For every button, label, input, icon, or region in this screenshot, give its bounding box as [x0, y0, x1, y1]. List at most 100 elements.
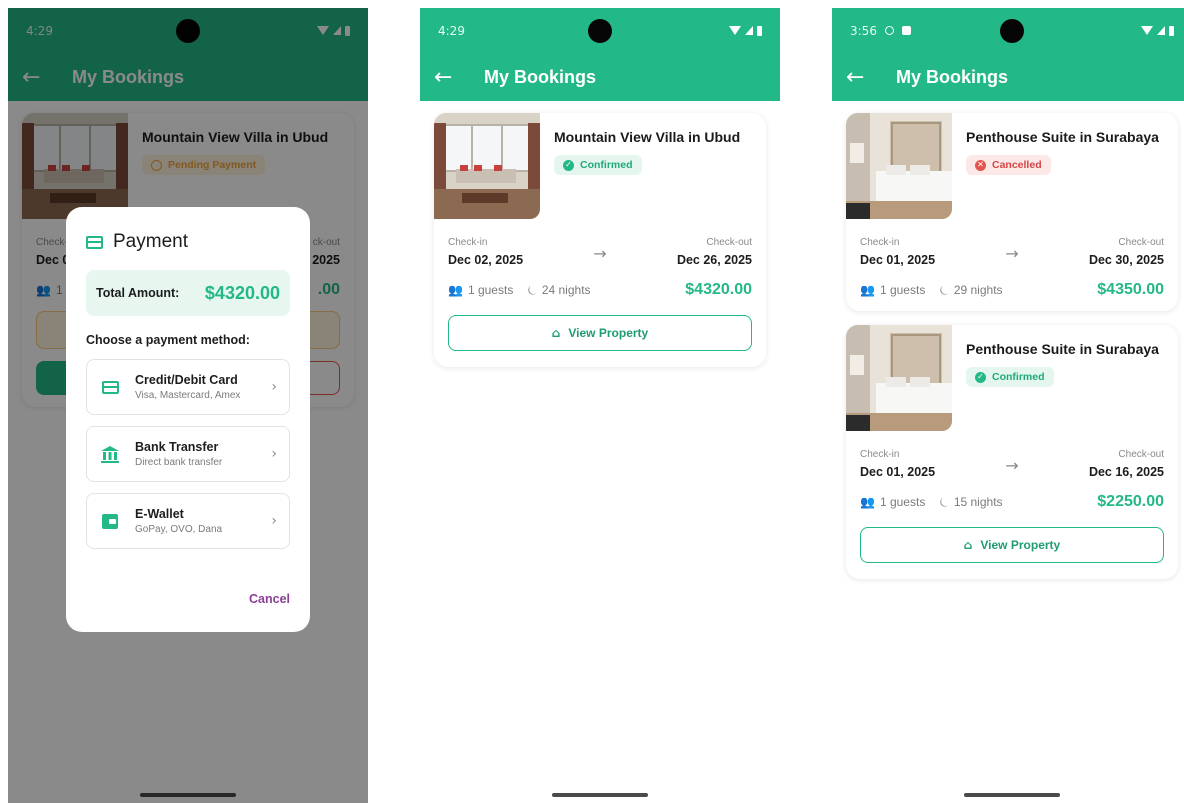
total-amount-box: Total Amount: $4320.00 — [86, 270, 290, 316]
view-property-button[interactable]: ⌂ View Property — [448, 315, 752, 351]
option-subtitle: Visa, Mastercard, Amex — [135, 390, 241, 401]
option-subtitle: GoPay, OVO, Dana — [135, 524, 223, 535]
guests-count: 1 guests — [879, 283, 926, 297]
guests-count: 1 guests — [467, 283, 514, 297]
property-name: Penthouse Suite in Surabaya — [966, 341, 1159, 357]
page-title: My Bookings — [484, 66, 597, 87]
booking-card[interactable]: Mountain View Villa in Ubud ✓ Confirmed … — [434, 113, 766, 367]
status-time: 3:56 — [850, 24, 911, 38]
checkin-date: Dec 01, 2025 — [860, 253, 936, 267]
booking-price: $2250.00 — [1097, 493, 1164, 510]
checkin-label: Check-in — [448, 237, 488, 248]
status-label: Confirmed — [580, 159, 633, 171]
arrow-right-icon: → — [1005, 244, 1019, 263]
phone-screen-bookings: 4:29 ← My Bookings Mountain View Villa i… — [420, 8, 780, 803]
arrow-right-icon: → — [593, 244, 607, 263]
property-image — [846, 325, 952, 431]
checkout-label: Check-out — [1118, 237, 1164, 248]
checkout-date: Dec 30, 2025 — [1088, 253, 1164, 267]
sim-icon — [901, 26, 911, 35]
payment-option-ewallet[interactable]: E-Wallet GoPay, OVO, Dana › — [86, 493, 290, 549]
home-icon: ⌂ — [551, 326, 561, 340]
app-bar: ← My Bookings — [420, 53, 780, 101]
nights-count: 15 nights — [953, 495, 1003, 509]
status-icons — [1141, 25, 1174, 36]
dialog-title-text: Payment — [113, 231, 188, 252]
total-label: Total Amount: — [96, 286, 180, 300]
app-bar: ← My Bookings — [832, 53, 1184, 101]
view-property-button[interactable]: ⌂ View Property — [860, 527, 1164, 563]
guests-icon: 👥 — [448, 283, 463, 297]
nights-icon: ⏾ — [527, 282, 537, 297]
dates-row: Check-in Dec 02, 2025 → Check-out Dec 26… — [434, 219, 752, 267]
booking-price: $4320.00 — [685, 281, 752, 298]
booking-card[interactable]: Penthouse Suite in Surabaya ✕ Cancelled … — [846, 113, 1178, 311]
payment-dialog: Payment Total Amount: $4320.00 Choose a … — [66, 207, 310, 632]
dates-row: Check-in Dec 01, 2025 → Check-out Dec 16… — [846, 431, 1164, 479]
gesture-bar — [964, 793, 1060, 797]
option-subtitle: Direct bank transfer — [135, 457, 223, 468]
guests-count: 1 guests — [879, 495, 926, 509]
choose-method-label: Choose a payment method: — [86, 333, 250, 347]
checkin-label: Check-in — [860, 237, 900, 248]
wifi-icon — [729, 26, 741, 35]
arrow-left-icon[interactable]: ← — [846, 65, 882, 90]
checkout-label: Check-out — [1118, 449, 1164, 460]
credit-card-icon — [101, 380, 119, 394]
bank-icon — [101, 445, 119, 463]
bookings-list: Penthouse Suite in Surabaya ✕ Cancelled … — [832, 101, 1184, 803]
checkout-label: Check-out — [706, 237, 752, 248]
meta-row: 👥 1 guests ⏾ 24 nights $4320.00 — [434, 267, 752, 299]
status-bar: 3:56 — [832, 8, 1184, 53]
chevron-right-icon: › — [271, 446, 277, 462]
payment-option-card[interactable]: Credit/Debit Card Visa, Mastercard, Amex… — [86, 359, 290, 415]
property-name: Mountain View Villa in Ubud — [554, 129, 741, 145]
meta-row: 👥 1 guests ⏾ 29 nights $4350.00 — [846, 267, 1164, 299]
signal-icon — [1157, 26, 1165, 35]
battery-icon — [757, 25, 762, 36]
guests-icon: 👥 — [860, 283, 875, 297]
view-property-label: View Property — [980, 538, 1061, 552]
status-label: Confirmed — [992, 371, 1045, 383]
battery-icon — [1169, 25, 1174, 36]
camera-cutout — [1000, 19, 1024, 43]
wifi-icon — [1141, 26, 1153, 35]
option-title: E-Wallet — [135, 507, 184, 521]
nights-icon: ⏾ — [939, 494, 949, 509]
meta-row: 👥 1 guests ⏾ 15 nights $2250.00 — [846, 479, 1164, 511]
booking-card[interactable]: Penthouse Suite in Surabaya ✓ Confirmed … — [846, 325, 1178, 579]
status-badge: ✓ Confirmed — [554, 155, 642, 175]
check-circle-icon: ✓ — [975, 371, 986, 383]
home-icon: ⌂ — [963, 538, 973, 552]
checkout-date: Dec 26, 2025 — [676, 253, 752, 267]
phone-screen-payment: 4:29 ← My Bookings Mountain View Villa i… — [8, 8, 368, 803]
property-image — [434, 113, 540, 219]
status-time: 4:29 — [438, 23, 465, 38]
arrow-right-icon: → — [1005, 456, 1019, 475]
status-badge: ✕ Cancelled — [966, 155, 1051, 175]
status-bar: 4:29 — [420, 8, 780, 53]
status-label: Cancelled — [992, 159, 1042, 171]
credit-card-icon — [86, 235, 103, 249]
nights-count: 24 nights — [541, 283, 591, 297]
cancel-circle-icon: ✕ — [975, 159, 986, 171]
guests-icon: 👥 — [860, 495, 875, 509]
option-title: Credit/Debit Card — [135, 373, 238, 387]
phone-screen-bookings-2: 3:56 ← My Bookings Penthouse Suite in Su… — [832, 8, 1184, 803]
arrow-left-icon[interactable]: ← — [434, 65, 470, 90]
bookings-list: Mountain View Villa in Ubud ✓ Confirmed … — [420, 101, 780, 803]
dialog-title: Payment — [86, 231, 290, 253]
cancel-button[interactable]: Cancel — [249, 592, 290, 606]
view-property-label: View Property — [568, 326, 649, 340]
gesture-bar — [552, 793, 648, 797]
checkin-label: Check-in — [860, 449, 900, 460]
option-title: Bank Transfer — [135, 440, 219, 454]
booking-price: $4350.00 — [1097, 281, 1164, 298]
payment-option-bank[interactable]: Bank Transfer Direct bank transfer › — [86, 426, 290, 482]
status-badge: ✓ Confirmed — [966, 367, 1054, 387]
page-title: My Bookings — [896, 66, 1009, 87]
camera-cutout — [588, 19, 612, 43]
wallet-icon — [102, 513, 118, 529]
property-image — [846, 113, 952, 219]
property-name: Penthouse Suite in Surabaya — [966, 129, 1159, 145]
